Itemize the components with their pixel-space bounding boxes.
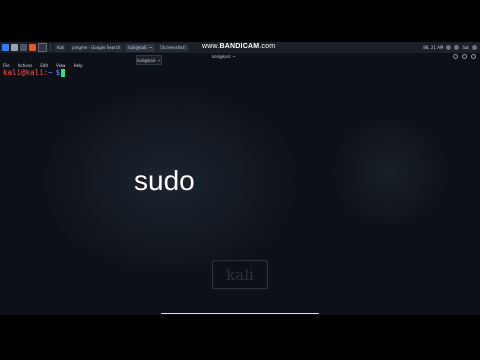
menu-help[interactable]: Help [74,63,83,68]
taskbar-task-screenshot[interactable]: [Screenshot] [157,43,189,52]
terminal-prompt[interactable]: kali@kali:~ $ [3,68,66,77]
files-icon[interactable] [20,44,27,51]
prompt-user-host: kali@kali [3,68,44,77]
prompt-symbol: $ [55,68,61,77]
close-icon[interactable] [471,54,476,59]
terminal-launcher-icon[interactable] [38,43,47,52]
bandicam-watermark: www.BANDICAM.com [202,43,275,50]
prompt-path: ~ [48,68,53,77]
watermark-suffix: .com [259,43,276,50]
kali-menu-icon[interactable] [2,44,9,51]
video-frame: Kali pingme - Google Search kali@kali: ~… [0,0,480,360]
power-icon[interactable] [472,45,477,50]
taskbar-task-terminal[interactable]: kali@kali: ~ [125,43,156,52]
taskbar-separator [50,44,51,51]
tray-day: Sat [462,45,469,50]
menu-file[interactable]: File [3,63,10,68]
tray-clock: 88, 21 AM [423,45,444,50]
background-glow-secondary [330,112,450,232]
workspace-icon[interactable] [11,44,18,51]
kali-watermark-logo: kali [212,260,268,289]
video-progress-line [161,313,319,314]
text-cursor [61,69,66,77]
system-tray: 88, 21 AM Sat [423,42,477,53]
watermark-prefix: www. [202,43,220,50]
volume-icon[interactable] [454,45,460,50]
window-title: kali@kali: ~ [212,54,236,59]
browser-icon[interactable] [29,44,36,51]
maximize-icon[interactable] [462,54,467,59]
menu-actions[interactable]: Actions [18,63,33,68]
watermark-brand: BANDICAM [219,43,260,50]
desktop-screen: Kali pingme - Google Search kali@kali: ~… [0,42,480,315]
window-controls [453,54,476,59]
taskbar-task-browser[interactable]: pingme - Google Search [69,43,124,52]
overlay-caption: sudo [134,165,195,196]
menu-view[interactable]: View [56,63,66,68]
network-icon[interactable] [446,45,452,50]
minimize-icon[interactable] [453,54,458,59]
terminal-menubar: File Actions Edit View Help [0,61,480,69]
menu-edit[interactable]: Edit [40,63,48,68]
taskbar-task-kali[interactable]: Kali [54,43,68,52]
